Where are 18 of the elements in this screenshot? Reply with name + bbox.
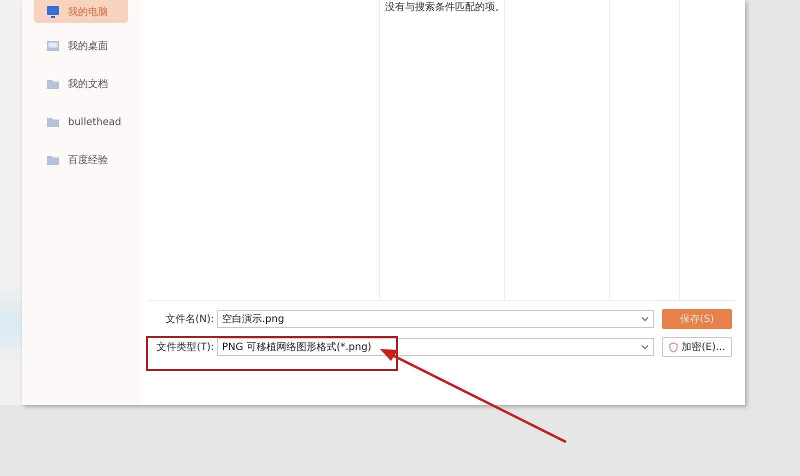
folder-icon [46, 77, 60, 91]
sidebar-item[interactable]: 百度经验 [34, 149, 128, 171]
field-label: 文件类型(T): [156, 340, 215, 354]
encrypt-button[interactable]: 加密(E)... [662, 337, 732, 357]
empty-message: 没有与搜索条件匹配的项。 [384, 0, 504, 14]
folder-icon [46, 153, 60, 167]
file-type-dropdown[interactable]: PNG 可移植网络图形格式(*.png) [217, 338, 654, 356]
shield-icon [668, 342, 678, 352]
picture-icon [46, 39, 60, 53]
sidebar-item[interactable]: bullethead [34, 111, 128, 133]
monitor-icon [46, 5, 60, 19]
field-label: 文件名(N): [164, 312, 215, 326]
chevron-down-icon [641, 315, 649, 323]
filename-field[interactable]: 空白演示.png [217, 310, 654, 328]
sidebar-item[interactable]: 我的文档 [34, 73, 128, 95]
chevron-down-icon [641, 343, 649, 351]
sidebar-item[interactable]: 我的桌面 [34, 35, 128, 57]
folder-icon [46, 115, 60, 129]
